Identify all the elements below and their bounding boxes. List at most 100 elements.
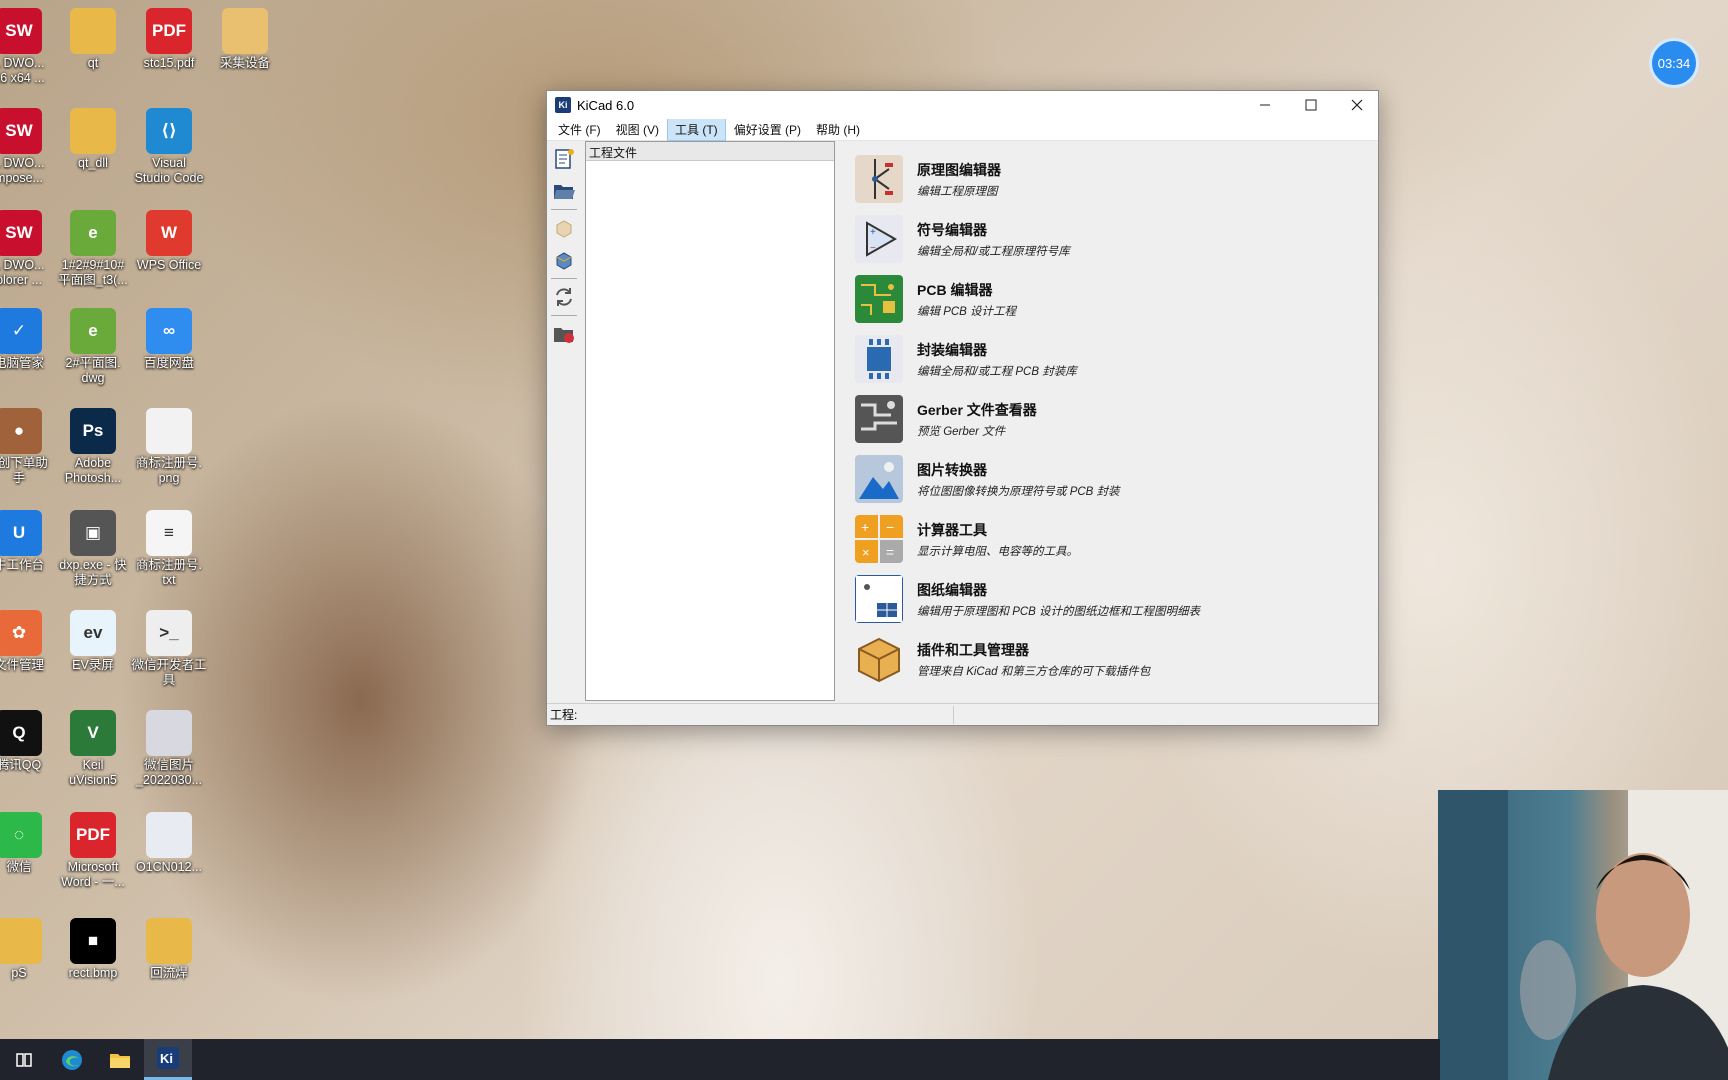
schematic-editor-icon[interactable] bbox=[855, 155, 903, 203]
kicad-logo-icon: Ki bbox=[555, 97, 571, 113]
desktop-icon-label: Visual Studio Code bbox=[134, 156, 204, 185]
desktop-icon[interactable]: V Keil uVision5 bbox=[52, 710, 134, 788]
tool-launcher-text: 封装编辑器 编辑全局和/或工程 PCB 封装库 bbox=[917, 340, 1077, 379]
calculator-icon[interactable]: + − × = bbox=[855, 515, 903, 563]
unarchive-project-button[interactable] bbox=[550, 246, 578, 274]
kicad-taskbar-button[interactable]: Ki bbox=[144, 1039, 192, 1080]
desktop-icon-label: 微信图片 _2022030... bbox=[135, 758, 203, 787]
desktop-icon[interactable]: ●Z创下单助 手 bbox=[0, 408, 60, 486]
desktop-icon-label: qt_dll bbox=[78, 156, 108, 170]
tool-launcher-text: Gerber 文件查看器 预览 Gerber 文件 bbox=[917, 400, 1037, 439]
desktop-icon[interactable]: 回流焊 bbox=[128, 918, 210, 981]
image-converter-icon[interactable] bbox=[855, 455, 903, 503]
desktop-icon[interactable]: Ps Adobe Photosh... bbox=[52, 408, 134, 486]
tool-launcher-row[interactable]: Gerber 文件查看器 预览 Gerber 文件 bbox=[855, 391, 1037, 447]
desktop-icon[interactable]: Q 腾讯QQ bbox=[0, 710, 60, 773]
tool-launcher-row[interactable]: 封装编辑器 编辑全局和/或工程 PCB 封装库 bbox=[855, 331, 1077, 387]
kicad-window: Ki KiCad 6.0 文件 (F) 视图 (V) 工具 (T) 偏好设置 (… bbox=[546, 90, 1379, 726]
menu-file[interactable]: 文件 (F) bbox=[551, 119, 608, 140]
dxp-icon: ▣ bbox=[70, 510, 116, 556]
desktop-icon[interactable]: 采集设备 bbox=[204, 8, 286, 71]
plugin-manager-icon[interactable] bbox=[855, 635, 903, 683]
open-project-button[interactable] bbox=[550, 177, 578, 205]
desktop-icon[interactable]: ✓ 电脑管家 bbox=[0, 308, 60, 371]
maximize-button[interactable] bbox=[1288, 91, 1334, 119]
tool-launcher-row[interactable]: 插件和工具管理器 管理来自 KiCad 和第三方仓库的可下载插件包 bbox=[855, 631, 1150, 687]
refresh-button[interactable] bbox=[550, 283, 578, 311]
title-bar[interactable]: Ki KiCad 6.0 bbox=[547, 91, 1378, 119]
file-explorer-taskbar-button[interactable] bbox=[96, 1039, 144, 1080]
tool-launcher-row[interactable]: PCB 编辑器 编辑 PCB 设计工程 bbox=[855, 271, 1016, 327]
tool-title[interactable]: 插件和工具管理器 bbox=[917, 640, 1150, 660]
tool-launcher-row[interactable]: 图片转换器 将位图图像转换为原理符号或 PCB 封装 bbox=[855, 451, 1120, 507]
tool-launcher-row[interactable]: 图纸编辑器 编辑用于原理图和 PCB 设计的图纸边框和工程图明细表 bbox=[855, 571, 1200, 627]
tool-title[interactable]: 计算器工具 bbox=[917, 520, 1078, 540]
desktop-icon-label: EV录屏 bbox=[72, 658, 114, 672]
svg-text:×: × bbox=[862, 545, 870, 560]
desktop-icon[interactable]: 商标注册号. png bbox=[128, 408, 210, 486]
footprint-editor-icon[interactable] bbox=[855, 335, 903, 383]
pdf-icon: PDF bbox=[70, 812, 116, 858]
desktop-icon[interactable]: SWL DWO... mpose... bbox=[0, 108, 60, 186]
desktop-icon[interactable]: ▣ dxp.exe - 快 捷方式 bbox=[52, 510, 134, 588]
desktop-icon[interactable]: e 1#2#9#10# 平面图_t3(... bbox=[52, 210, 134, 288]
tool-title[interactable]: 图纸编辑器 bbox=[917, 580, 1200, 600]
desktop-icon[interactable]: ⟨⟩ Visual Studio Code bbox=[128, 108, 210, 186]
desktop-icon-label: Adobe Photosh... bbox=[64, 456, 122, 485]
desktop-icon[interactable]: 微信图片 _2022030... bbox=[128, 710, 210, 788]
archive-project-button[interactable] bbox=[550, 214, 578, 242]
tool-title[interactable]: 符号编辑器 bbox=[917, 220, 1070, 240]
tool-launcher-row[interactable]: + − 符号编辑器 编辑全局和/或工程原理符号库 bbox=[855, 211, 1070, 267]
tool-title[interactable]: 原理图编辑器 bbox=[917, 160, 1001, 180]
tool-title[interactable]: 封装编辑器 bbox=[917, 340, 1077, 360]
desktop-icon-label: O1CN012... bbox=[135, 860, 202, 874]
gerber-viewer-icon[interactable] bbox=[855, 395, 903, 443]
desktop-icon[interactable]: pS bbox=[0, 918, 60, 981]
desktop-icon[interactable]: W WPS Office bbox=[128, 210, 210, 273]
desktop-icon[interactable]: ∞ 百度网盘 bbox=[128, 308, 210, 371]
close-button[interactable] bbox=[1334, 91, 1380, 119]
desktop-icon[interactable]: SWL DWO... 16 x64 ... bbox=[0, 8, 60, 86]
desktop-icon-label: rect.bmp bbox=[68, 966, 118, 980]
minimize-button[interactable] bbox=[1242, 91, 1288, 119]
solidworks-icon: SW bbox=[0, 8, 42, 54]
menu-tools[interactable]: 工具 (T) bbox=[667, 118, 726, 141]
task-view-button[interactable] bbox=[0, 1039, 48, 1080]
desktop-icon[interactable]: PDF stc15.pdf bbox=[128, 8, 210, 71]
drawing-sheet-editor-icon[interactable] bbox=[855, 575, 903, 623]
tool-launcher-row[interactable]: + − × = 计算器工具 显示计算电阻、电容等的工具。 bbox=[855, 511, 1078, 567]
tool-title[interactable]: Gerber 文件查看器 bbox=[917, 400, 1037, 420]
desktop-icon-label: 商标注册号. txt bbox=[136, 558, 202, 587]
pcb-editor-icon[interactable] bbox=[855, 275, 903, 323]
desktop-icon[interactable]: O1CN012... bbox=[128, 812, 210, 875]
tool-launcher-row[interactable]: 原理图编辑器 编辑工程原理图 bbox=[855, 151, 1001, 207]
new-project-button[interactable] bbox=[550, 145, 578, 173]
solidworks-icon: SW bbox=[0, 210, 42, 256]
symbol-editor-icon[interactable]: + − bbox=[855, 215, 903, 263]
desktop-icon[interactable]: ≡ 商标注册号. txt bbox=[128, 510, 210, 588]
desktop-icon[interactable]: qt bbox=[52, 8, 134, 71]
desktop-icon-label: 采集设备 bbox=[219, 56, 270, 70]
edge-taskbar-button[interactable] bbox=[48, 1039, 96, 1080]
desktop-icon[interactable]: e 2#平面图. dwg bbox=[52, 308, 134, 386]
tool-title[interactable]: 图片转换器 bbox=[917, 460, 1120, 480]
menu-help[interactable]: 帮助 (H) bbox=[809, 119, 867, 140]
desktop-icon-label: L DWO... 16 x64 ... bbox=[0, 56, 45, 85]
menu-view[interactable]: 视图 (V) bbox=[609, 119, 666, 140]
project-tree[interactable]: 工程文件 bbox=[585, 141, 835, 701]
desktop-icon[interactable]: PDF Microsoft Word - 一... bbox=[52, 812, 134, 890]
desktop-icon[interactable]: ■ rect.bmp bbox=[52, 918, 134, 981]
desktop-icon[interactable]: ✿ 文件管理 bbox=[0, 610, 60, 673]
desktop-icon[interactable]: U 牛工作台 bbox=[0, 510, 60, 573]
desktop-icon[interactable]: ev EV录屏 bbox=[52, 610, 134, 673]
desktop-icon[interactable]: qt_dll bbox=[52, 108, 134, 171]
tool-title[interactable]: PCB 编辑器 bbox=[917, 280, 1016, 300]
menu-preferences[interactable]: 偏好设置 (P) bbox=[727, 119, 808, 140]
desktop-icon[interactable]: >_ 微信开发者工 具 bbox=[128, 610, 210, 688]
open-directory-button[interactable] bbox=[550, 320, 578, 348]
desktop-icon[interactable]: ◌ 微信 bbox=[0, 812, 60, 875]
image-file-icon bbox=[146, 710, 192, 756]
solidworks-icon: SW bbox=[0, 108, 42, 154]
edge-browser-icon bbox=[62, 1049, 82, 1070]
desktop-icon[interactable]: SWL DWO... plorer ... bbox=[0, 210, 60, 288]
